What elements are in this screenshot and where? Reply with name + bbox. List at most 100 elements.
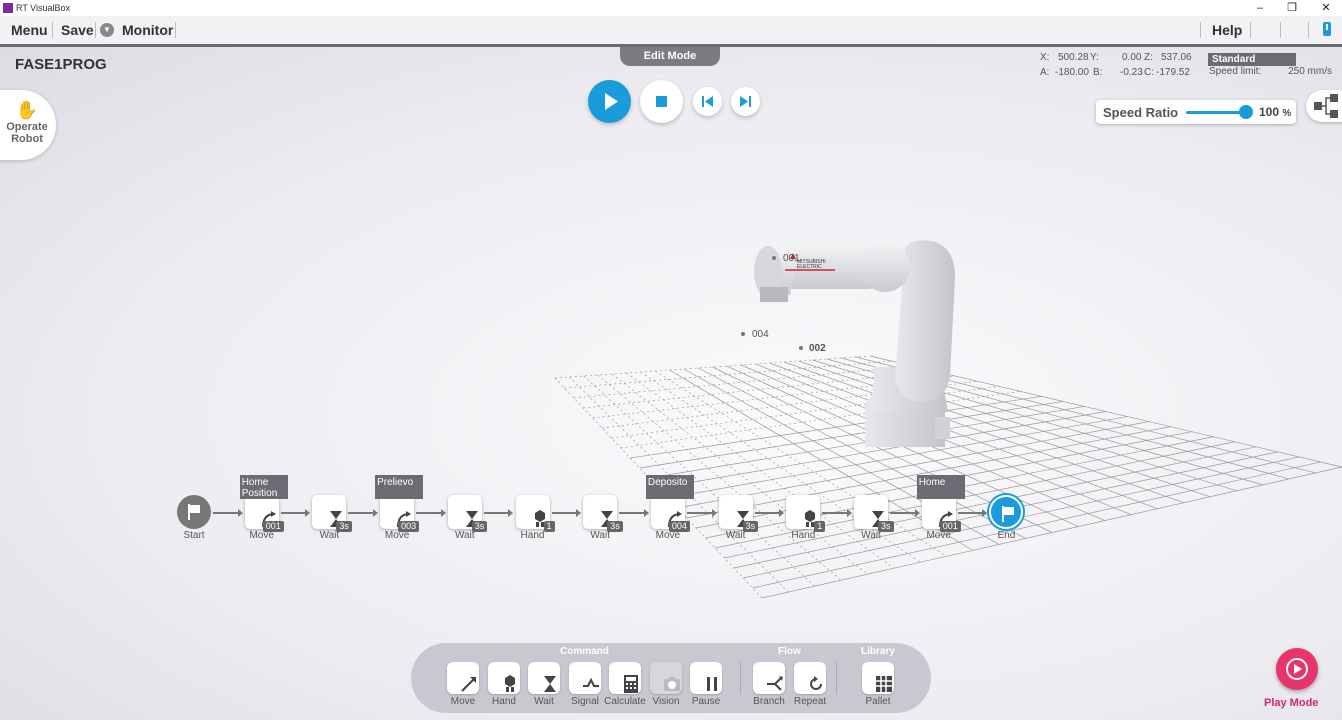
vision-command-button[interactable] (650, 662, 682, 694)
divider (1200, 22, 1201, 38)
position-name-tag: Home (916, 475, 965, 499)
flow-connector (890, 509, 920, 517)
flow-connector (619, 509, 649, 517)
pause-command-button[interactable] (690, 662, 722, 694)
step-forward-button[interactable] (731, 87, 760, 116)
hourglass-icon (534, 668, 556, 692)
speed-ratio-track[interactable] (1186, 111, 1246, 114)
play-mode-label: Play Mode (1264, 697, 1319, 709)
speed-ratio-control: Speed Ratio 100 % (1096, 100, 1296, 124)
play-button[interactable] (588, 80, 631, 123)
play-mode-icon (1286, 658, 1308, 680)
flow-connector (551, 509, 581, 517)
node-label: Move (384, 530, 410, 541)
point-label: 002 (809, 343, 826, 354)
divider (836, 662, 837, 694)
command-label: Pallet (865, 696, 891, 707)
a-value: -180.00 (1055, 67, 1089, 78)
monitor-button[interactable]: Monitor (122, 22, 173, 38)
move-icon (252, 502, 276, 528)
divider (52, 22, 53, 38)
point-marker[interactable] (772, 256, 776, 260)
speed-ratio-value: 100 % (1259, 105, 1291, 119)
close-icon[interactable]: ✕ (1314, 0, 1338, 16)
stop-button[interactable] (640, 80, 683, 123)
hand-icon (523, 502, 545, 527)
speed-ratio-slider-handle[interactable] (1239, 105, 1253, 119)
hourglass-icon (726, 502, 749, 527)
move-icon (658, 502, 682, 528)
flow-connector (754, 509, 784, 517)
speed-ratio-number: 100 (1259, 105, 1280, 119)
speed-limit-label: Speed limit: (1209, 66, 1262, 77)
repeat-icon (800, 668, 822, 690)
hand-icon (494, 668, 515, 692)
divider (1250, 22, 1251, 38)
hand-command-button[interactable] (488, 662, 520, 694)
b-label: B: (1093, 67, 1103, 78)
hand-icon (793, 502, 816, 527)
signal-command-button[interactable] (569, 662, 601, 694)
skip-forward-icon (740, 96, 751, 107)
c-label: C: (1144, 67, 1154, 78)
node-label: Wait (454, 530, 475, 541)
step-back-button[interactable] (693, 87, 722, 116)
repeat-command-button[interactable] (794, 662, 826, 694)
hourglass-icon (455, 502, 478, 527)
robot-arm-model: MITSUBISHI ELECTRIC (754, 240, 955, 447)
flow-connector (348, 509, 378, 517)
command-label: Repeat (793, 696, 827, 707)
move-icon (453, 668, 476, 692)
move-command-button[interactable] (447, 662, 479, 694)
branch-command-button[interactable] (753, 662, 785, 694)
skip-back-icon (702, 96, 713, 107)
menu-bar: Menu Save ▼ Monitor Help (0, 16, 1342, 47)
window-title: RT VisualBox (16, 3, 71, 13)
y-label: Y: (1090, 52, 1099, 63)
node-label: Move (926, 530, 951, 541)
node-label: Hand (520, 530, 545, 541)
save-button[interactable]: Save (61, 22, 94, 38)
title-bar: RT VisualBox – ❐ ✕ (0, 0, 1342, 16)
stop-icon (656, 96, 667, 107)
grid-icon (868, 668, 892, 692)
y-value: 0.00 (1122, 52, 1142, 63)
help-button[interactable]: Help (1212, 22, 1242, 38)
branch-icon (759, 668, 783, 691)
z-value: 537.06 (1161, 52, 1192, 63)
flow-node-end[interactable] (989, 495, 1024, 529)
hand-icon: ✋ (15, 100, 39, 120)
node-label: Move (655, 530, 681, 541)
flow-connector (280, 509, 311, 517)
pallet-command-button[interactable] (862, 662, 894, 694)
restore-icon[interactable]: ❐ (1280, 0, 1304, 16)
divider (175, 22, 176, 38)
speed-limit-value: 250 mm/s (1262, 66, 1332, 77)
edit-mode-tab[interactable]: Edit Mode (620, 47, 720, 66)
robot-scene[interactable]: MITSUBISHI ELECTRIC (0, 47, 1342, 720)
node-label: Wait (861, 530, 881, 541)
b-value: -0.23 (1120, 67, 1143, 78)
point-label: 004 (752, 329, 769, 340)
a-label: A: (1040, 67, 1050, 78)
calculate-command-button[interactable] (609, 662, 641, 694)
point-marker[interactable] (799, 346, 803, 350)
menu-button[interactable]: Menu (11, 22, 48, 38)
x-label: X: (1040, 52, 1050, 63)
operate-robot-label-1: Operate (6, 121, 48, 133)
connection-icon[interactable] (1320, 21, 1334, 37)
move-icon (387, 502, 412, 528)
flow-node-start[interactable] (177, 495, 211, 529)
play-mode-button[interactable] (1276, 648, 1318, 690)
app-icon (3, 3, 13, 13)
flow-connector (686, 509, 717, 517)
wait-command-button[interactable] (528, 662, 560, 694)
c-value: -179.52 (1156, 67, 1190, 78)
point-label: 001 (783, 253, 800, 264)
flow-connector (822, 509, 852, 517)
program-tree-button[interactable] (1306, 90, 1342, 122)
move-icon (929, 502, 953, 528)
hourglass-icon (861, 502, 884, 527)
point-marker[interactable] (741, 332, 745, 336)
minimize-icon[interactable]: – (1248, 0, 1272, 16)
